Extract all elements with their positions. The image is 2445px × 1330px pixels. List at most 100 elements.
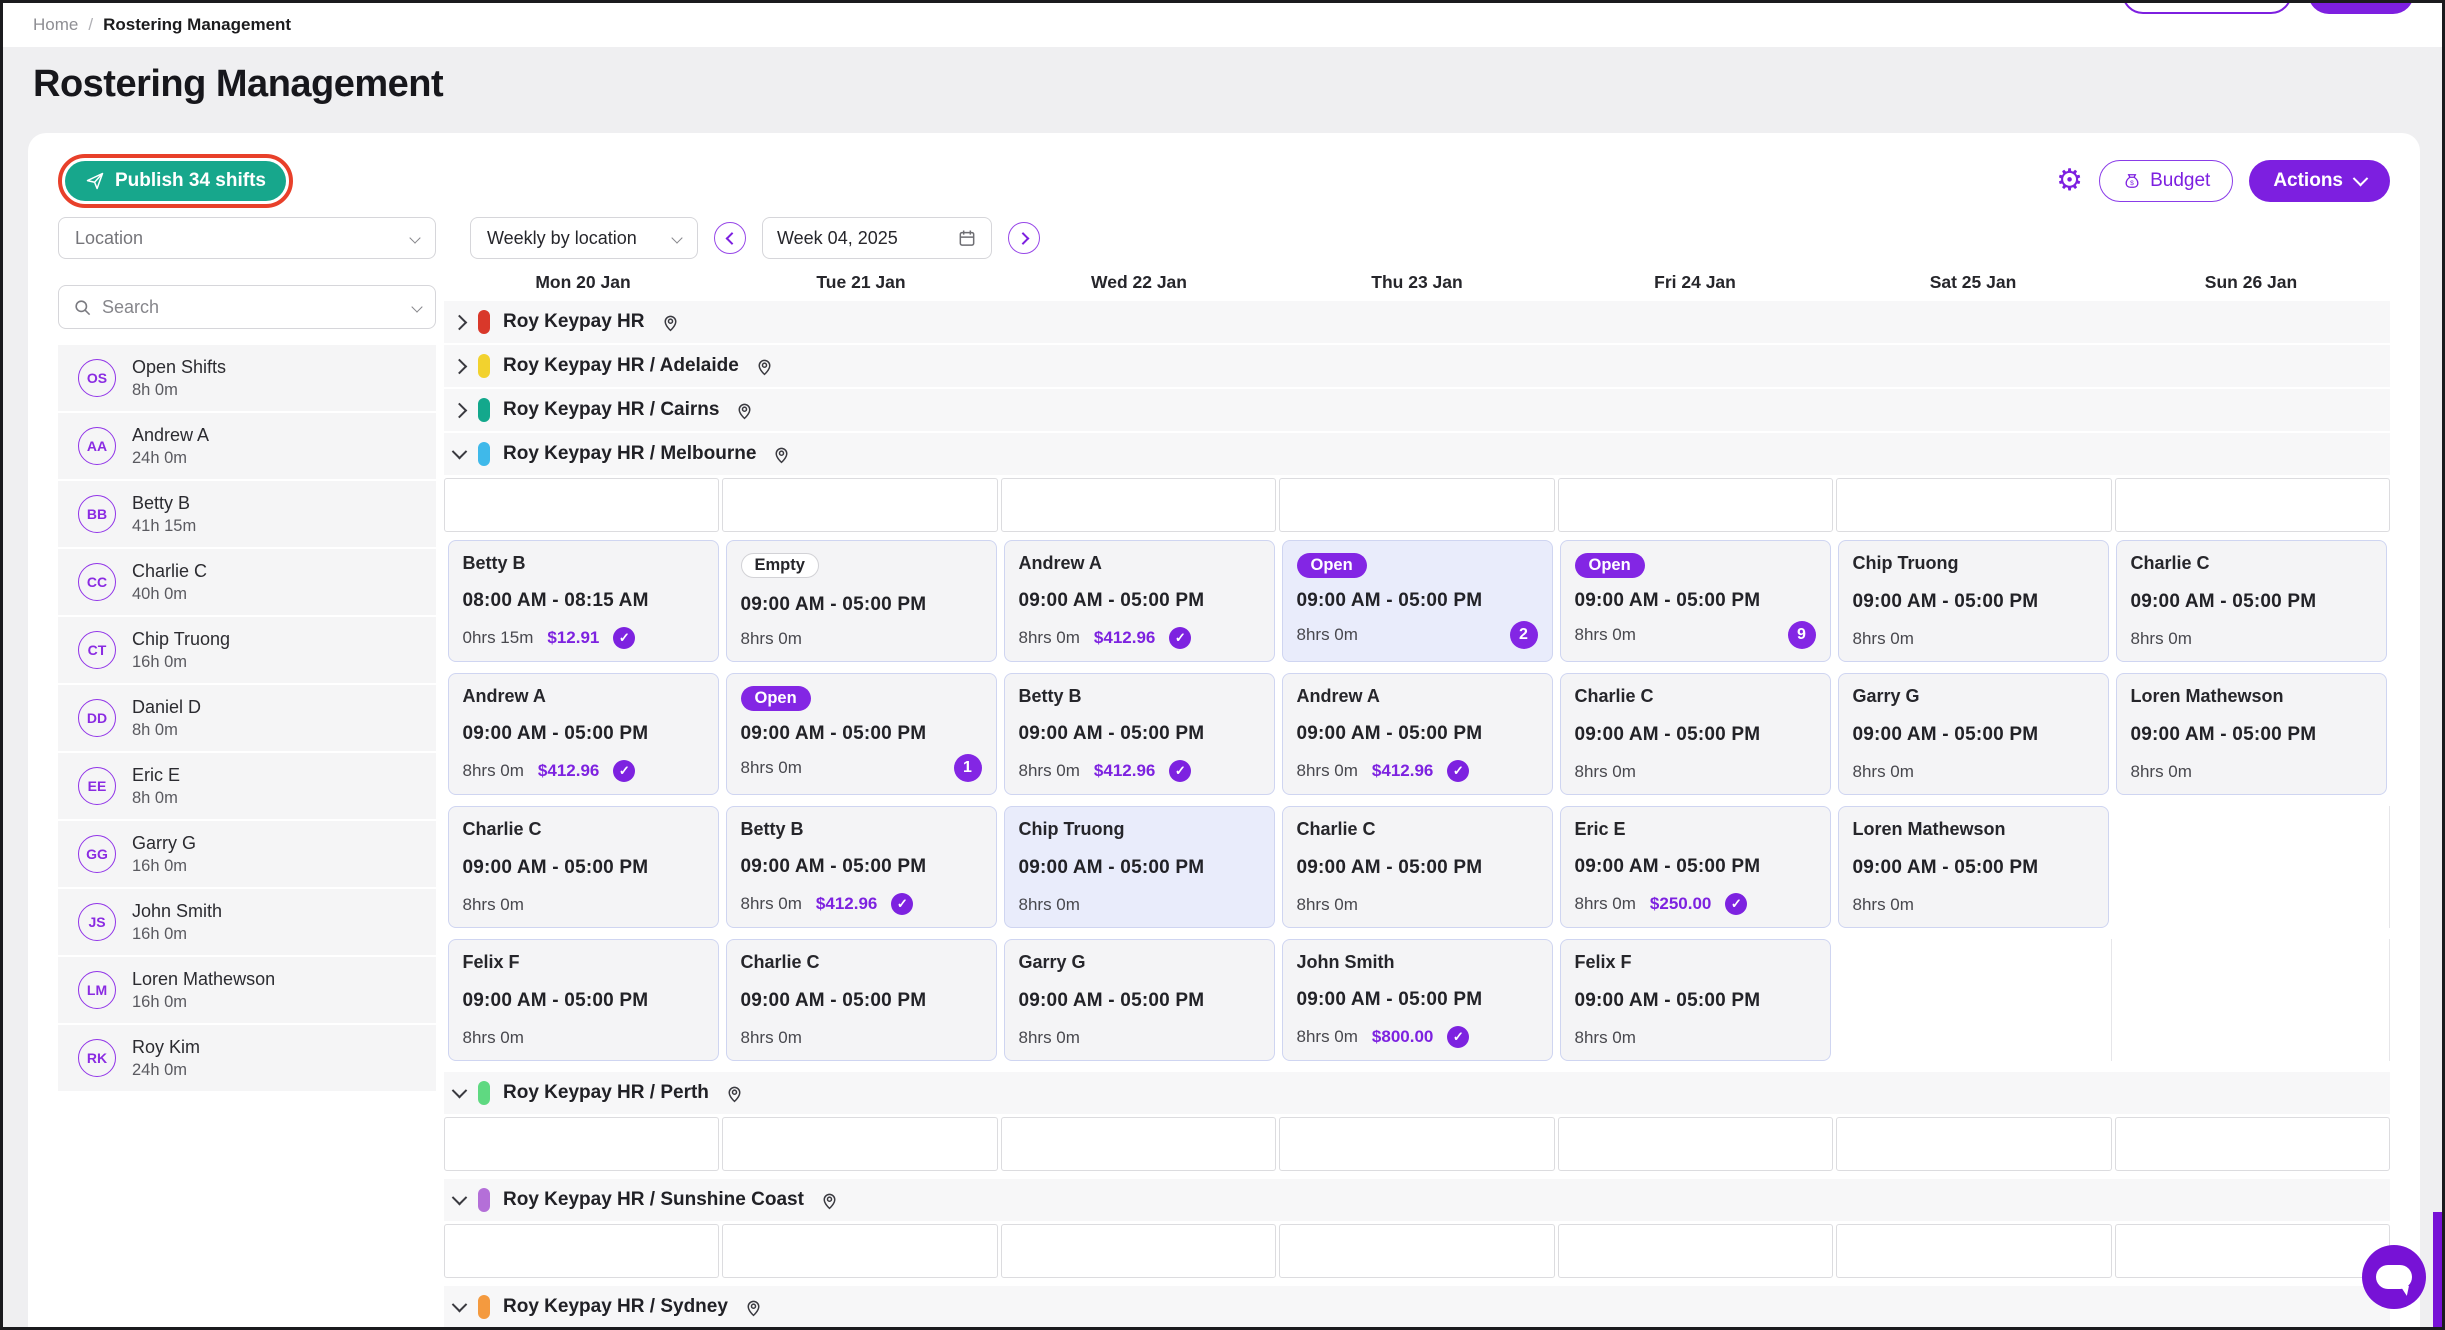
panel-toolbar: Publish 34 shifts ⚙ $ Budget Actions xyxy=(58,157,2390,205)
sidebar-person-row[interactable]: CCCharlie C40h 0m xyxy=(58,549,436,615)
empty-shift-cell[interactable] xyxy=(2115,478,2390,532)
shift-cost: $800.00 xyxy=(1372,1027,1433,1047)
shift-card[interactable]: Andrew A09:00 AM - 05:00 PM8hrs 0m$412.9… xyxy=(448,673,719,795)
empty-shift-cell[interactable] xyxy=(1279,478,1554,532)
breadcrumb-home-link[interactable]: Home xyxy=(33,15,78,35)
empty-shift-cell[interactable] xyxy=(1558,478,1833,532)
shift-card[interactable]: Andrew A09:00 AM - 05:00 PM8hrs 0m$412.9… xyxy=(1282,673,1553,795)
shift-card[interactable]: Andrew A09:00 AM - 05:00 PM8hrs 0m$412.9… xyxy=(1004,540,1275,662)
empty-shift-cell[interactable] xyxy=(1558,1117,1833,1171)
sidebar-person-row[interactable]: EEEric E8h 0m xyxy=(58,753,436,819)
empty-shift-cell[interactable] xyxy=(1001,478,1276,532)
shift-card[interactable]: Betty B09:00 AM - 05:00 PM8hrs 0m$412.96… xyxy=(726,806,997,928)
empty-shift-cell[interactable] xyxy=(2115,1117,2390,1171)
empty-shift-cell[interactable] xyxy=(1279,1224,1554,1278)
view-mode-select[interactable]: Weekly by location xyxy=(470,217,698,259)
shift-card[interactable]: Open09:00 AM - 05:00 PM8hrs 0m1 xyxy=(726,673,997,795)
chevron-down-icon[interactable] xyxy=(452,1296,468,1312)
location-pin-icon xyxy=(754,356,775,377)
location-group-header[interactable]: Roy Keypay HR / Perth xyxy=(444,1072,2390,1114)
empty-shift-cell[interactable] xyxy=(444,1117,719,1171)
empty-shift-cell[interactable] xyxy=(444,1224,719,1278)
chat-launcher-button[interactable] xyxy=(2362,1245,2426,1309)
chevron-down-icon[interactable] xyxy=(452,443,468,459)
day-header: Tue 21 Jan xyxy=(722,267,1000,297)
publish-shifts-button[interactable]: Publish 34 shifts xyxy=(65,161,286,201)
location-group-header[interactable]: Roy Keypay HR / Sunshine Coast xyxy=(444,1179,2390,1221)
actions-button[interactable]: Actions xyxy=(2249,160,2390,202)
empty-shift-cell[interactable] xyxy=(1001,1224,1276,1278)
gear-icon[interactable]: ⚙ xyxy=(2056,166,2083,196)
person-name: Garry G xyxy=(132,833,196,854)
location-group-header[interactable]: Roy Keypay HR / Cairns xyxy=(444,389,2390,431)
location-group-header[interactable]: Roy Keypay HR xyxy=(444,301,2390,343)
shift-card[interactable]: John Smith09:00 AM - 05:00 PM8hrs 0m$800… xyxy=(1282,939,1553,1061)
location-filter-select[interactable]: Location xyxy=(58,217,436,259)
shift-card[interactable]: Felix F09:00 AM - 05:00 PM8hrs 0m xyxy=(1560,939,1831,1061)
clipped-filled-button[interactable] xyxy=(2308,0,2414,14)
week-picker[interactable]: Week 04, 2025 xyxy=(762,217,992,259)
shift-card[interactable]: Chip Truong09:00 AM - 05:00 PM8hrs 0m xyxy=(1004,806,1275,928)
chevron-right-icon[interactable] xyxy=(452,402,468,418)
empty-shift-cell[interactable] xyxy=(1558,1224,1833,1278)
sidebar-person-row[interactable]: BBBetty B41h 15m xyxy=(58,481,436,547)
shift-card[interactable]: Open09:00 AM - 05:00 PM8hrs 0m2 xyxy=(1282,540,1553,662)
location-group-header[interactable]: Roy Keypay HR / Sydney xyxy=(444,1286,2390,1328)
chevron-down-icon[interactable] xyxy=(452,1082,468,1098)
shift-card[interactable]: Loren Mathewson09:00 AM - 05:00 PM8hrs 0… xyxy=(1838,806,2109,928)
badge-wrap: Open xyxy=(1575,553,1816,581)
shift-card[interactable]: Garry G09:00 AM - 05:00 PM8hrs 0m xyxy=(1838,673,2109,795)
person-hours: 8h 0m xyxy=(132,789,180,808)
chevron-down-icon[interactable] xyxy=(452,1189,468,1205)
shift-card[interactable]: Charlie C09:00 AM - 05:00 PM8hrs 0m xyxy=(726,939,997,1061)
shift-card[interactable]: Charlie C09:00 AM - 05:00 PM8hrs 0m xyxy=(1282,806,1553,928)
sidebar-person-row[interactable]: JSJohn Smith16h 0m xyxy=(58,889,436,955)
empty-shift-cell[interactable] xyxy=(444,478,719,532)
empty-shift-cell[interactable] xyxy=(1836,1117,2111,1171)
shift-duration: 8hrs 0m xyxy=(1019,895,1080,915)
shift-card[interactable]: Eric E09:00 AM - 05:00 PM8hrs 0m$250.00✓ xyxy=(1560,806,1831,928)
shift-card[interactable]: Chip Truong09:00 AM - 05:00 PM8hrs 0m xyxy=(1838,540,2109,662)
sidebar-person-row[interactable]: CTChip Truong16h 0m xyxy=(58,617,436,683)
shift-card[interactable]: Charlie C09:00 AM - 05:00 PM8hrs 0m xyxy=(448,806,719,928)
sidebar-person-row[interactable]: GGGarry G16h 0m xyxy=(58,821,436,887)
empty-shift-cell[interactable] xyxy=(722,1224,997,1278)
sidebar-person-row[interactable]: LMLoren Mathewson16h 0m xyxy=(58,957,436,1023)
shift-card[interactable]: Loren Mathewson09:00 AM - 05:00 PM8hrs 0… xyxy=(2116,673,2387,795)
next-week-button[interactable] xyxy=(1008,222,1040,254)
approved-check-icon: ✓ xyxy=(1447,760,1469,782)
sidebar-person-row[interactable]: OSOpen Shifts8h 0m xyxy=(58,345,436,411)
shift-card[interactable]: Open09:00 AM - 05:00 PM8hrs 0m9 xyxy=(1560,540,1831,662)
person-hours: 16h 0m xyxy=(132,857,196,876)
shift-time: 09:00 AM - 05:00 PM xyxy=(1297,857,1538,879)
sidebar-person-row[interactable]: AAAndrew A24h 0m xyxy=(58,413,436,479)
location-group-label: Roy Keypay HR / Cairns xyxy=(503,399,719,421)
empty-shift-cell[interactable] xyxy=(2115,1224,2390,1278)
location-group-header[interactable]: Roy Keypay HR / Melbourne xyxy=(444,433,2390,475)
empty-shift-cell[interactable] xyxy=(1836,1224,2111,1278)
sidebar-person-row[interactable]: RKRoy Kim24h 0m xyxy=(58,1025,436,1091)
empty-shift-cell[interactable] xyxy=(1001,1117,1276,1171)
breadcrumb-separator: / xyxy=(88,15,93,35)
shift-card[interactable]: Betty B08:00 AM - 08:15 AM0hrs 15m$12.91… xyxy=(448,540,719,662)
empty-shift-cell[interactable] xyxy=(722,478,997,532)
shift-duration: 8hrs 0m xyxy=(741,758,802,778)
sidebar-person-row[interactable]: DDDaniel D8h 0m xyxy=(58,685,436,751)
shift-card[interactable]: Garry G09:00 AM - 05:00 PM8hrs 0m xyxy=(1004,939,1275,1061)
chevron-right-icon[interactable] xyxy=(452,314,468,330)
previous-week-button[interactable] xyxy=(714,222,746,254)
shift-card[interactable]: Charlie C09:00 AM - 05:00 PM8hrs 0m xyxy=(1560,673,1831,795)
shift-card[interactable]: Felix F09:00 AM - 05:00 PM8hrs 0m xyxy=(448,939,719,1061)
budget-button[interactable]: $ Budget xyxy=(2099,160,2233,202)
search-input[interactable] xyxy=(102,297,403,318)
empty-shift-cell[interactable] xyxy=(722,1117,997,1171)
shift-card[interactable]: Charlie C09:00 AM - 05:00 PM8hrs 0m xyxy=(2116,540,2387,662)
shift-card[interactable]: Empty09:00 AM - 05:00 PM8hrs 0m xyxy=(726,540,997,662)
location-group-header[interactable]: Roy Keypay HR / Adelaide xyxy=(444,345,2390,387)
clipped-outline-button[interactable] xyxy=(2122,0,2292,14)
shift-card[interactable]: Betty B09:00 AM - 05:00 PM8hrs 0m$412.96… xyxy=(1004,673,1275,795)
shift-duration: 8hrs 0m xyxy=(1019,628,1080,648)
empty-shift-cell[interactable] xyxy=(1836,478,2111,532)
chevron-right-icon[interactable] xyxy=(452,358,468,374)
empty-shift-cell[interactable] xyxy=(1279,1117,1554,1171)
